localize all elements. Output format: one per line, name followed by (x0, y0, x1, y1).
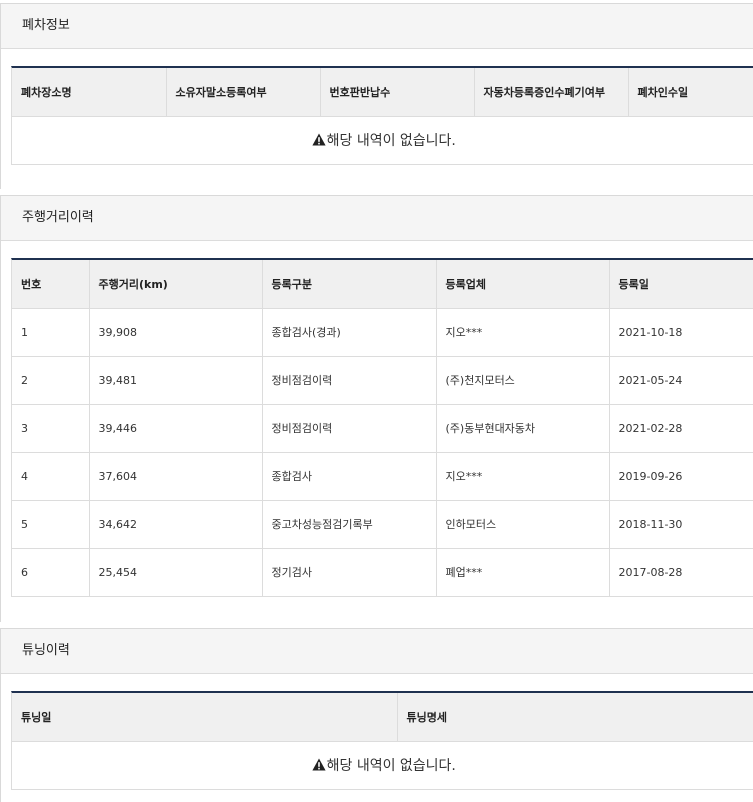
header-plate-return-count: 번호판반납수 (320, 68, 475, 117)
row-number: 4 (12, 452, 90, 501)
tuning-history-empty-row: 해당 내역이 없습니다. (12, 741, 753, 790)
table-row: 5 34,642 중고차성능점검기록부 인하모터스 2018-11-30 (12, 500, 753, 549)
row-registration-type: 중고차성능점검기록부 (262, 500, 437, 549)
mileage-history-header-row: 번호 주행거리(km) 등록구분 등록업체 등록일 (12, 260, 753, 309)
table-row: 6 25,454 정기검사 폐업*** 2017-08-28 (12, 548, 753, 597)
scrap-info-empty-message: 해당 내역이 없습니다. (326, 133, 456, 149)
header-registration-type: 등록구분 (262, 260, 437, 309)
row-registration-type: 종합검사 (262, 452, 437, 501)
row-registering-company: 지오*** (436, 308, 610, 357)
mileage-history-title: 주행거리이력 (1, 196, 753, 241)
table-row: 4 37,604 종합검사 지오*** 2019-09-26 (12, 452, 753, 501)
row-registration-type: 종합검사(경과) (262, 308, 437, 357)
row-registration-date: 2017-08-28 (609, 548, 753, 597)
mileage-history-table-wrap: 번호 주행거리(km) 등록구분 등록업체 등록일 1 39,908 종합검사(… (11, 258, 753, 597)
scrap-info-table: 폐차장소명 소유자말소등록여부 번호판반납수 자동차등록증인수폐기여부 폐차인수… (12, 68, 753, 165)
header-registration-date: 등록일 (609, 260, 753, 309)
header-owner-deregistration: 소유자말소등록여부 (166, 68, 321, 117)
header-mileage: 주행거리(km) (89, 260, 263, 309)
row-registration-type: 정비점검이력 (262, 404, 437, 453)
tuning-history-empty-cell: 해당 내역이 없습니다. (12, 741, 753, 790)
row-mileage: 37,604 (89, 452, 263, 501)
tuning-history-title: 튜닝이력 (1, 629, 753, 674)
tuning-history-table-wrap: 튜닝일 튜닝명세 해당 내역이 없습니다. (11, 691, 753, 790)
row-number: 1 (12, 308, 90, 357)
row-number: 5 (12, 500, 90, 549)
warning-triangle-icon (312, 758, 326, 771)
row-registering-company: 인하모터스 (436, 500, 610, 549)
row-registering-company: (주)동부현대자동차 (436, 404, 610, 453)
row-registering-company: 지오*** (436, 452, 610, 501)
header-tuning-details: 튜닝명세 (397, 693, 753, 742)
row-registration-type: 정비점검이력 (262, 356, 437, 405)
header-registration-cert-disposal: 자동차등록증인수폐기여부 (474, 68, 629, 117)
row-registering-company: (주)천지모터스 (436, 356, 610, 405)
row-number: 2 (12, 356, 90, 405)
row-registration-date: 2021-10-18 (609, 308, 753, 357)
table-row: 3 39,446 정비점검이력 (주)동부현대자동차 2021-02-28 (12, 404, 753, 453)
scrap-info-title: 폐차정보 (1, 4, 753, 49)
warning-triangle-icon (312, 133, 326, 146)
row-mileage: 39,446 (89, 404, 263, 453)
tuning-history-header-row: 튜닝일 튜닝명세 (12, 693, 753, 742)
row-registration-date: 2018-11-30 (609, 500, 753, 549)
mileage-history-section: 주행거리이력 번호 주행거리(km) 등록구분 등록업체 등록일 1 39,90… (0, 195, 753, 622)
tuning-history-section: 튜닝이력 튜닝일 튜닝명세 해당 내역이 없습니다. (0, 628, 753, 802)
table-row: 2 39,481 정비점검이력 (주)천지모터스 2021-05-24 (12, 356, 753, 405)
scrap-info-empty-cell: 해당 내역이 없습니다. (12, 116, 753, 165)
scrap-info-section: 폐차정보 폐차장소명 소유자말소등록여부 번호판반납수 자동차등록증인수폐기여부… (0, 3, 753, 189)
row-number: 6 (12, 548, 90, 597)
row-registration-date: 2021-02-28 (609, 404, 753, 453)
header-registering-company: 등록업체 (436, 260, 610, 309)
page: 폐차정보 폐차장소명 소유자말소등록여부 번호판반납수 자동차등록증인수폐기여부… (0, 0, 753, 802)
row-registration-date: 2021-05-24 (609, 356, 753, 405)
row-registration-type: 정기검사 (262, 548, 437, 597)
header-tuning-date: 튜닝일 (12, 693, 398, 742)
row-mileage: 25,454 (89, 548, 263, 597)
tuning-history-table: 튜닝일 튜닝명세 해당 내역이 없습니다. (12, 693, 753, 790)
scrap-info-table-wrap: 폐차장소명 소유자말소등록여부 번호판반납수 자동차등록증인수폐기여부 폐차인수… (11, 66, 753, 165)
row-registering-company: 폐업*** (436, 548, 610, 597)
table-row: 1 39,908 종합검사(경과) 지오*** 2021-10-18 (12, 308, 753, 357)
tuning-history-empty-message: 해당 내역이 없습니다. (326, 758, 456, 774)
row-number: 3 (12, 404, 90, 453)
row-mileage: 39,908 (89, 308, 263, 357)
row-mileage: 39,481 (89, 356, 263, 405)
row-mileage: 34,642 (89, 500, 263, 549)
header-scrap-place: 폐차장소명 (12, 68, 167, 117)
row-registration-date: 2019-09-26 (609, 452, 753, 501)
header-number: 번호 (12, 260, 90, 309)
scrap-info-empty-row: 해당 내역이 없습니다. (12, 116, 753, 165)
mileage-history-table: 번호 주행거리(km) 등록구분 등록업체 등록일 1 39,908 종합검사(… (12, 260, 753, 597)
scrap-info-header-row: 폐차장소명 소유자말소등록여부 번호판반납수 자동차등록증인수폐기여부 폐차인수… (12, 68, 753, 117)
header-scrap-acceptance-date: 폐차인수일 (628, 68, 753, 117)
